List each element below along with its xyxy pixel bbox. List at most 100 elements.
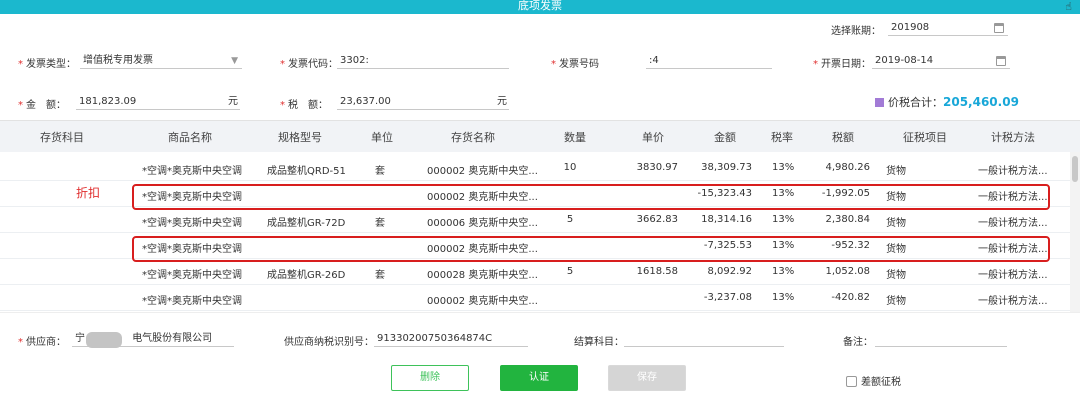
header-tax-item: 征税项目 bbox=[903, 131, 947, 144]
hand-cursor-icon: ☝ bbox=[1065, 0, 1072, 13]
cell-product-name: *空调*奥克斯中央空调 bbox=[142, 296, 242, 307]
cell-tax-item: 货物 bbox=[886, 218, 906, 229]
period-value: 201908 bbox=[891, 22, 930, 33]
header-tax-rate: 税率 bbox=[771, 131, 793, 144]
calendar-icon[interactable] bbox=[994, 23, 1004, 33]
cell-amount: 8,092.92 bbox=[707, 266, 752, 277]
discount-highlight-box bbox=[132, 236, 1050, 262]
cell-tax-method: 一般计税方法... bbox=[978, 166, 1048, 177]
invoice-header-form: 选择账期： 201908 * 发票类型： 增值税专用发票 ▼ * 发票代码： 330… bbox=[0, 14, 1080, 120]
save-button[interactable]: 保存 bbox=[608, 365, 686, 391]
calendar-icon[interactable] bbox=[996, 56, 1006, 66]
cell-unit: 套 bbox=[375, 270, 385, 281]
cell-tax-item: 货物 bbox=[886, 270, 906, 281]
supplier-label: * 供应商： bbox=[18, 337, 66, 348]
cell-tax-item: 货物 bbox=[886, 166, 906, 177]
invoice-code-value: 3302: bbox=[340, 55, 369, 66]
checkbox-icon[interactable] bbox=[846, 376, 857, 387]
supplier-value-suffix: 电气股份有限公司 bbox=[132, 333, 213, 344]
invoice-items-table: 存货科目 商品名称 规格型号 单位 存货名称 数量 单价 金额 税率 税额 征税… bbox=[0, 120, 1080, 312]
cell-inventory-name: 000006 奥克斯中央空... bbox=[427, 218, 538, 229]
period-field[interactable]: 201908 bbox=[888, 20, 1008, 36]
diff-tax-label: 差额征税 bbox=[861, 377, 901, 388]
dialog-titlebar: 底项发票 ☝ bbox=[0, 0, 1080, 14]
invoice-code-label: * 发票代码： bbox=[280, 59, 338, 70]
cell-unit-price: 1618.58 bbox=[636, 266, 678, 277]
issue-date-field[interactable]: 2019-08-14 bbox=[872, 53, 1010, 69]
dialog-title: 底项发票 bbox=[518, 0, 562, 12]
cell-quantity: 5 bbox=[566, 266, 574, 277]
cell-unit-price: 3830.97 bbox=[636, 162, 678, 173]
supplier-value-prefix: 宁 bbox=[75, 333, 85, 344]
cell-unit: 套 bbox=[375, 166, 385, 177]
header-amount: 金额 bbox=[714, 131, 736, 144]
header-tax-amount: 税额 bbox=[832, 131, 854, 144]
authenticate-button[interactable]: 认证 bbox=[500, 365, 578, 391]
table-header: 存货科目 商品名称 规格型号 单位 存货名称 数量 单价 金额 税率 税额 征税… bbox=[0, 120, 1080, 152]
amount-unit: 元 bbox=[228, 96, 238, 107]
cell-tax-amount: -420.82 bbox=[831, 292, 870, 303]
cell-inventory-name: 000028 奥克斯中央空... bbox=[427, 270, 538, 281]
discount-highlight-box bbox=[132, 184, 1050, 210]
remark-label: 备注： bbox=[843, 337, 873, 348]
tax-field[interactable]: 23,637.00 元 bbox=[337, 94, 509, 110]
header-tax-method: 计税方法 bbox=[991, 131, 1035, 144]
table-body: *空调*奥克斯中央空调 成品整机QRD-51 套 000002 奥克斯中央空..… bbox=[0, 152, 1080, 312]
tax-label: * 税 额： bbox=[280, 100, 328, 111]
table-row[interactable]: *空调*奥克斯中央空调 成品整机GR-72D 套 000006 奥克斯中央空..… bbox=[0, 208, 1070, 233]
discount-annotation: 折扣 bbox=[76, 186, 101, 200]
header-quantity: 数量 bbox=[564, 131, 586, 144]
invoice-type-select[interactable]: 增值税专用发票 ▼ bbox=[80, 53, 242, 69]
table-row[interactable]: *空调*奥克斯中央空调 成品整机GR-26D 套 000028 奥克斯中央空..… bbox=[0, 260, 1070, 285]
header-product-name: 商品名称 bbox=[168, 131, 212, 144]
cell-spec: 成品整机QRD-51 bbox=[267, 166, 346, 177]
cell-product-name: *空调*奥克斯中央空调 bbox=[142, 270, 242, 281]
delete-button[interactable]: 删除 bbox=[391, 365, 469, 391]
cell-tax-item: 货物 bbox=[886, 296, 906, 307]
invoice-code-field[interactable]: 3302: bbox=[337, 53, 509, 69]
cell-quantity: 10 bbox=[563, 162, 577, 173]
amount-value: 181,823.09 bbox=[79, 96, 137, 107]
issue-date-value: 2019-08-14 bbox=[875, 55, 934, 66]
cell-quantity: 5 bbox=[566, 214, 574, 225]
cell-tax-amount: 4,980.26 bbox=[825, 162, 870, 173]
total-value: 205,460.09 bbox=[943, 95, 1019, 109]
chevron-down-icon: ▼ bbox=[231, 56, 238, 66]
tax-value: 23,637.00 bbox=[340, 96, 391, 107]
supplier-tax-id-field[interactable]: 91330200750364874C bbox=[374, 331, 528, 347]
settlement-account-field[interactable] bbox=[624, 331, 784, 347]
cell-tax-method: 一般计税方法... bbox=[978, 296, 1048, 307]
redacted-block bbox=[86, 332, 122, 348]
scrollbar-thumb[interactable] bbox=[1072, 156, 1078, 182]
issue-date-label: * 开票日期： bbox=[813, 59, 871, 70]
cell-tax-rate: 13% bbox=[772, 162, 795, 173]
cell-tax-method: 一般计税方法... bbox=[978, 218, 1048, 229]
vertical-scrollbar[interactable] bbox=[1070, 152, 1080, 312]
cell-inventory-name: 000002 奥克斯中央空... bbox=[427, 296, 538, 307]
cell-tax-method: 一般计税方法... bbox=[978, 270, 1048, 281]
invoice-footer: * 供应商： 宁 电气股份有限公司 供应商纳税识别号： 9133020075036… bbox=[0, 312, 1080, 396]
cell-product-name: *空调*奥克斯中央空调 bbox=[142, 218, 242, 229]
remark-field[interactable] bbox=[875, 331, 1007, 347]
cell-tax-amount: 2,380.84 bbox=[825, 214, 870, 225]
cell-spec: 成品整机GR-72D bbox=[267, 218, 346, 229]
header-unit-price: 单价 bbox=[642, 131, 664, 144]
header-unit: 单位 bbox=[371, 131, 393, 144]
cell-product-name: *空调*奥克斯中央空调 bbox=[142, 166, 242, 177]
table-row[interactable]: *空调*奥克斯中央空调 成品整机QRD-51 套 000002 奥克斯中央空..… bbox=[0, 156, 1070, 181]
header-inventory-name: 存货名称 bbox=[451, 131, 495, 144]
total-icon bbox=[875, 98, 884, 107]
header-spec: 规格型号 bbox=[278, 131, 322, 144]
table-row[interactable]: *空调*奥克斯中央空调 000002 奥克斯中央空... -3,237.08 1… bbox=[0, 286, 1070, 311]
cell-amount: 38,309.73 bbox=[701, 162, 752, 173]
amount-field[interactable]: 181,823.09 元 bbox=[76, 94, 240, 110]
cell-tax-amount: 1,052.08 bbox=[825, 266, 870, 277]
cell-amount: 18,314.16 bbox=[701, 214, 752, 225]
supplier-tax-id-value: 91330200750364874C bbox=[377, 333, 493, 344]
cell-tax-rate: 13% bbox=[772, 266, 795, 277]
cell-unit-price: 3662.83 bbox=[636, 214, 678, 225]
cell-spec: 成品整机GR-26D bbox=[267, 270, 346, 281]
period-label: 选择账期： bbox=[831, 26, 881, 37]
diff-tax-checkbox[interactable]: 差额征税 bbox=[846, 373, 901, 388]
invoice-number-field[interactable]: :4 bbox=[646, 53, 772, 69]
